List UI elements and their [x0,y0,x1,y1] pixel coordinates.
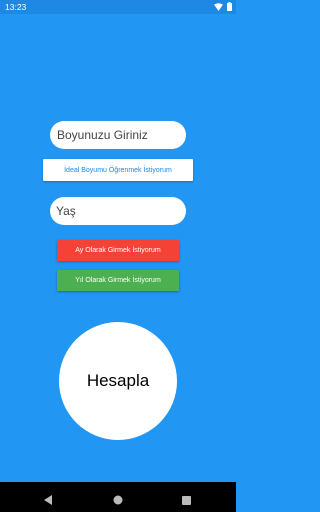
enter-months-button[interactable]: Ay Olarak Girmek İstiyorum [57,240,179,261]
recents-icon[interactable] [182,492,191,510]
status-icons [214,2,232,11]
height-input[interactable] [50,121,186,149]
status-bar: 13:23 [0,0,236,14]
status-time: 13:23 [5,2,27,12]
age-input[interactable] [50,197,186,225]
navigation-bar [0,482,236,512]
ideal-height-button[interactable]: İdeal Boyumu Öğrenmek İstiyorum [43,159,193,181]
battery-icon [227,2,232,11]
wifi-icon [214,2,223,11]
home-icon[interactable] [113,492,123,510]
calculate-button[interactable]: Hesapla [59,322,177,440]
enter-years-button[interactable]: Yıl Olarak Girmek İstiyorum [57,270,179,291]
back-icon[interactable] [44,492,53,510]
